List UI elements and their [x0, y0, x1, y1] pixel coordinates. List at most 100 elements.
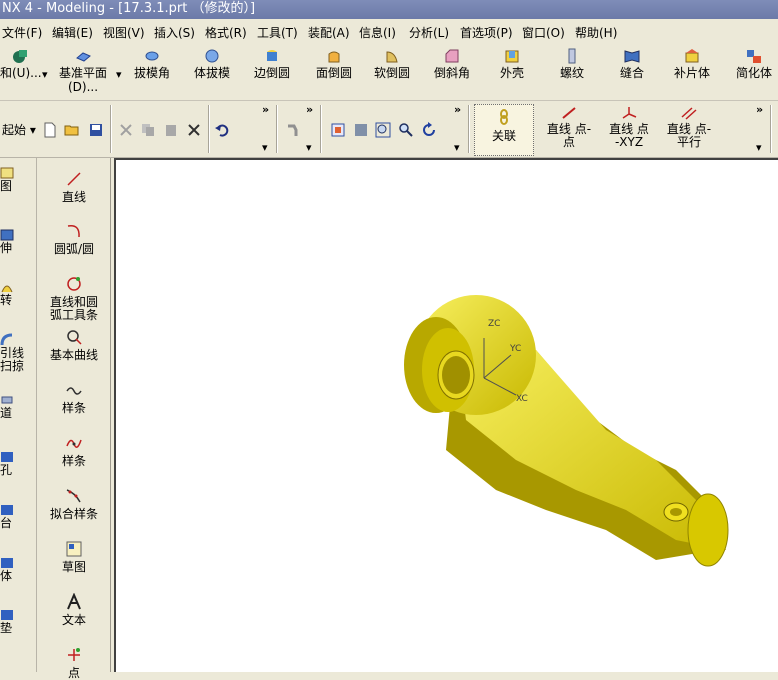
- toolbar-overflow-icon[interactable]: »: [262, 103, 269, 116]
- palette-item-pocket[interactable]: 体: [0, 556, 36, 583]
- simplify-body-button[interactable]: 简化体: [728, 48, 778, 80]
- sketch-icon: [0, 167, 14, 179]
- line-point-point-button[interactable]: 直线 点- 点: [542, 105, 596, 149]
- cut-icon[interactable]: [118, 122, 134, 138]
- feature-palette: 图 伸 转 引线 扫掠 道 孔 台 体 垫: [0, 158, 37, 672]
- menu-format[interactable]: 格式(R): [205, 24, 247, 41]
- rotate-icon[interactable]: [421, 122, 437, 138]
- palette-item-tube[interactable]: 道: [0, 393, 36, 420]
- save-icon[interactable]: [88, 122, 104, 138]
- curve-item-line-arc-toolbar[interactable]: 直线和圆 弧工具条: [38, 275, 110, 322]
- toolbar-dropdown-icon[interactable]: ▾: [756, 141, 762, 154]
- curve-item-text[interactable]: 文本: [38, 593, 110, 627]
- toolbar-overflow-icon[interactable]: »: [756, 103, 763, 116]
- menu-insert[interactable]: 插入(S): [154, 24, 195, 41]
- soft-blend-button[interactable]: 软倒圆: [368, 48, 416, 80]
- line-icon: [67, 172, 81, 186]
- spline-icon: [66, 387, 82, 395]
- toolbar-overflow-icon[interactable]: »: [454, 103, 461, 116]
- copy-icon[interactable]: [140, 122, 156, 138]
- palette-item-pad[interactable]: 垫: [0, 608, 36, 635]
- curve-item-arc[interactable]: 圆弧/圆: [38, 222, 110, 256]
- curve-item-sketch[interactable]: 草图: [38, 540, 110, 574]
- selection-filter-icon[interactable]: [286, 122, 302, 138]
- toolbar-overflow-icon[interactable]: »: [306, 103, 313, 116]
- draft-button[interactable]: 拔模角: [128, 48, 176, 80]
- draft-body-button[interactable]: 体拔模: [188, 48, 236, 80]
- chamfer-button[interactable]: 倒斜角: [428, 48, 476, 80]
- menu-analysis[interactable]: 分析(L): [409, 24, 449, 41]
- edge-blend-icon: [267, 50, 277, 61]
- palette-item-sketch[interactable]: 图: [0, 166, 36, 193]
- face-blend-icon: [328, 51, 340, 63]
- menu-edit[interactable]: 编辑(E): [52, 24, 93, 41]
- fit-view-icon[interactable]: [330, 122, 346, 138]
- zoom-window-icon[interactable]: [375, 122, 391, 138]
- unite-icon: [13, 50, 27, 63]
- curve-item-point[interactable]: 点: [38, 646, 110, 680]
- datum-plane-button[interactable]: 基准平面 (D)...: [54, 48, 112, 94]
- sketch-icon: [66, 541, 82, 557]
- menu-information[interactable]: 信息(I): [359, 24, 396, 41]
- line-arc-toolbar-icon: [67, 277, 81, 291]
- palette-item-boss[interactable]: 台: [0, 503, 36, 530]
- curve-item-studio-spline[interactable]: 样条: [38, 434, 110, 468]
- unite-dropdown-icon[interactable]: ▾: [42, 68, 48, 81]
- menu-preferences[interactable]: 首选项(P): [460, 24, 513, 41]
- curve-item-fit-spline[interactable]: 拟合样条: [38, 487, 110, 521]
- paste-icon[interactable]: [163, 122, 179, 138]
- studio-spline-icon: [66, 439, 82, 448]
- palette-item-extrude[interactable]: 伸: [0, 228, 36, 255]
- shell-button[interactable]: 外壳: [488, 48, 536, 80]
- datum-plane-dropdown-icon[interactable]: ▾: [116, 68, 122, 81]
- patch-body-button[interactable]: 补片体: [666, 48, 718, 80]
- menu-tools[interactable]: 工具(T): [257, 24, 298, 41]
- face-blend-button[interactable]: 面倒圆: [310, 48, 358, 80]
- palette-item-sweep[interactable]: 引线 扫掠: [0, 333, 36, 373]
- menu-assembly[interactable]: 装配(A): [308, 24, 350, 41]
- line-point-xyz-button[interactable]: 直线 点 -XYZ: [602, 105, 656, 149]
- toolbar-dropdown-icon[interactable]: ▾: [454, 141, 460, 154]
- palette-item-hole[interactable]: 孔: [0, 450, 36, 477]
- curve-item-basic-curves[interactable]: 基本曲线: [38, 328, 110, 362]
- palette-item-revolve[interactable]: 转: [0, 280, 36, 307]
- part-model[interactable]: ZC YC XC: [116, 160, 778, 672]
- text-icon: [67, 593, 81, 610]
- new-file-icon[interactable]: [42, 122, 58, 138]
- window-title-bar: NX 4 - Modeling - [17.3.1.prt （修改的）]: [0, 0, 778, 19]
- open-folder-icon[interactable]: [64, 122, 80, 138]
- line-point-parallel-button[interactable]: 直线 点- 平行: [662, 105, 716, 149]
- basic-curves-icon: [67, 330, 82, 345]
- sweep-icon: [0, 333, 13, 346]
- extrude-icon: [0, 229, 14, 241]
- graphics-window[interactable]: ZC YC XC: [114, 158, 778, 672]
- curve-palette: 直线 圆弧/圆 直线和圆 弧工具条 基本曲线 样条 样条 拟合样条 草图 文本 …: [38, 158, 111, 680]
- toolbar-separator: [468, 105, 470, 153]
- menu-help[interactable]: 帮助(H): [575, 24, 617, 41]
- menu-bar: 文件(F) 编辑(E) 视图(V) 插入(S) 格式(R) 工具(T) 装配(A…: [0, 19, 778, 47]
- toolbar-dropdown-icon[interactable]: ▾: [306, 141, 312, 154]
- soft-blend-icon: [386, 51, 398, 63]
- window-title: NX 4 - Modeling - [17.3.1.prt （修改的）]: [2, 1, 256, 16]
- edge-blend-button[interactable]: 边倒圆: [248, 48, 296, 80]
- sew-button[interactable]: 缝合: [608, 48, 656, 80]
- thread-button[interactable]: 螺纹: [548, 48, 596, 80]
- delete-icon[interactable]: [186, 122, 202, 138]
- undo-icon[interactable]: [214, 122, 230, 138]
- datum-plane-icon: [76, 52, 91, 62]
- curve-item-line[interactable]: 直线: [38, 170, 110, 204]
- unite-button[interactable]: 和(U)...: [0, 48, 42, 80]
- curve-item-spline[interactable]: 样条: [38, 381, 110, 415]
- render-style-icon[interactable]: [353, 122, 369, 138]
- associative-button[interactable]: 关联: [474, 104, 534, 156]
- start-menu-button[interactable]: 起始 ▾: [2, 121, 36, 138]
- menu-file[interactable]: 文件(F): [2, 24, 42, 41]
- menu-view[interactable]: 视图(V): [103, 24, 145, 41]
- sew-icon: [624, 50, 640, 63]
- toolbar-dropdown-icon[interactable]: ▾: [262, 141, 268, 154]
- toolbar-separator: [320, 105, 322, 153]
- menu-window[interactable]: 窗口(O): [522, 24, 565, 41]
- zoom-icon[interactable]: [398, 122, 414, 138]
- toolbar-separator: [276, 105, 278, 153]
- toolbar-separator: [208, 105, 210, 153]
